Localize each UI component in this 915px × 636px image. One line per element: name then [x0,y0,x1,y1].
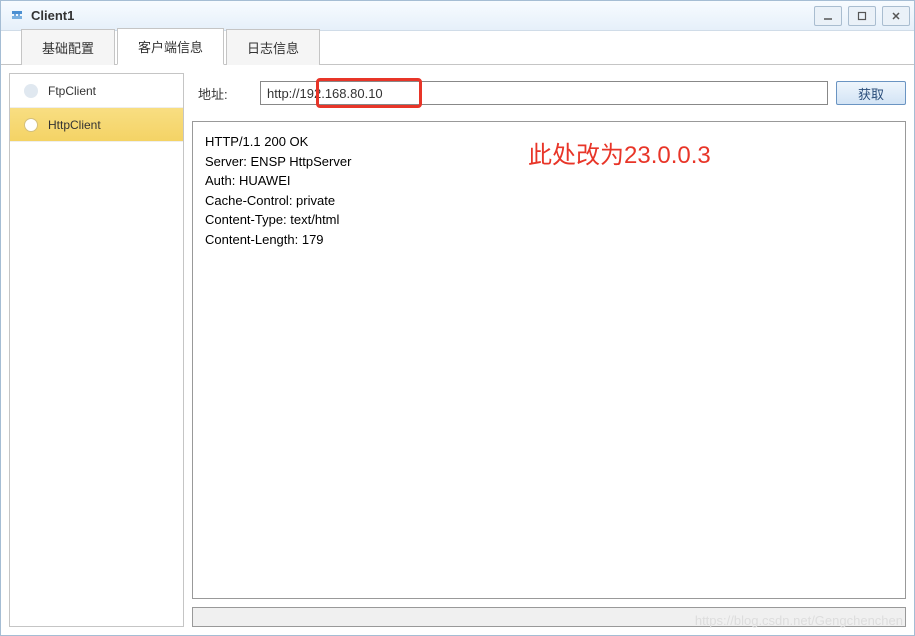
sidebar-item-ftpclient[interactable]: FtpClient [10,74,183,108]
tab-basic-config[interactable]: 基础配置 [21,29,115,65]
fetch-button[interactable]: 获取 [836,81,906,105]
radio-icon [24,84,38,98]
tab-log-info[interactable]: 日志信息 [226,29,320,65]
address-input[interactable] [267,86,821,101]
address-label: 地址: [192,84,252,103]
titlebar: Client1 [1,1,914,31]
sidebar-item-httpclient[interactable]: HttpClient [10,108,183,142]
window-title: Client1 [31,8,814,23]
app-icon [9,8,25,24]
radio-icon [24,118,38,132]
window-controls [814,6,910,26]
close-button[interactable] [882,6,910,26]
tab-bar: 基础配置 客户端信息 日志信息 [1,31,914,65]
main-panel: 地址: 获取 HTTP/1.1 200 OK Server: ENSP Http… [192,73,906,627]
minimize-button[interactable] [814,6,842,26]
client-sidebar: FtpClient HttpClient [9,73,184,627]
address-input-wrap [260,81,828,105]
sidebar-item-label: FtpClient [48,84,96,98]
maximize-button[interactable] [848,6,876,26]
status-bar [192,607,906,627]
tab-client-info[interactable]: 客户端信息 [117,28,224,65]
sidebar-item-label: HttpClient [48,118,101,132]
address-row: 地址: 获取 [192,73,906,113]
app-window: Client1 基础配置 客户端信息 日志信息 FtpClient [0,0,915,636]
content-area: FtpClient HttpClient 地址: 获取 HTTP/1.1 200… [1,65,914,635]
response-textarea[interactable]: HTTP/1.1 200 OK Server: ENSP HttpServer … [192,121,906,599]
